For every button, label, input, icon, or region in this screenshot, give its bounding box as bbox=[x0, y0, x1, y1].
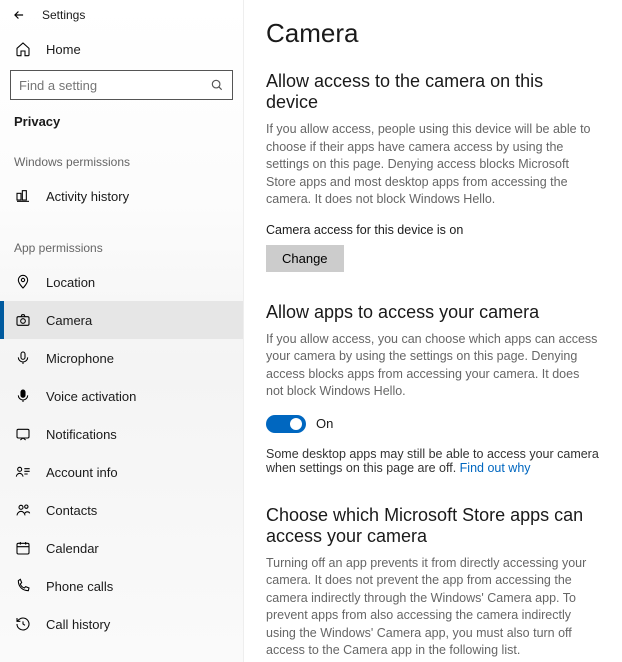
section2-desc: If you allow access, you can choose whic… bbox=[266, 331, 600, 401]
sidebar-item-label: Activity history bbox=[46, 189, 129, 204]
sidebar-item-account-info[interactable]: Account info bbox=[0, 453, 243, 491]
sidebar-item-notifications[interactable]: Notifications bbox=[0, 415, 243, 453]
home-link[interactable]: Home bbox=[0, 32, 243, 66]
contacts-icon bbox=[14, 501, 32, 519]
search-box[interactable] bbox=[10, 70, 233, 100]
search-wrap bbox=[0, 66, 243, 110]
section3-desc: Turning off an app prevents it from dire… bbox=[266, 555, 600, 660]
account-info-icon bbox=[14, 463, 32, 481]
sidebar-item-label: Phone calls bbox=[46, 579, 113, 594]
back-icon[interactable] bbox=[12, 8, 26, 22]
section1-heading: Allow access to the camera on this devic… bbox=[266, 71, 600, 113]
sidebar-item-label: Camera bbox=[46, 313, 92, 328]
sidebar-item-label: Account info bbox=[46, 465, 118, 480]
device-access-status: Camera access for this device is on bbox=[266, 223, 600, 237]
sidebar-item-label: Location bbox=[46, 275, 95, 290]
sidebar: Settings Home Privacy Windows permission… bbox=[0, 0, 244, 662]
apps-toggle[interactable] bbox=[266, 415, 306, 433]
calendar-icon bbox=[14, 539, 32, 557]
sidebar-item-contacts[interactable]: Contacts bbox=[0, 491, 243, 529]
change-button[interactable]: Change bbox=[266, 245, 344, 272]
sidebar-item-phone-calls[interactable]: Phone calls bbox=[0, 567, 243, 605]
location-icon bbox=[14, 273, 32, 291]
call-history-icon bbox=[14, 615, 32, 633]
camera-icon bbox=[14, 311, 32, 329]
sidebar-item-label: Contacts bbox=[46, 503, 97, 518]
home-icon bbox=[14, 40, 32, 58]
desktop-apps-note: Some desktop apps may still be able to a… bbox=[266, 447, 600, 475]
page-title: Camera bbox=[266, 18, 600, 49]
voice-activation-icon bbox=[14, 387, 32, 405]
sidebar-item-call-history[interactable]: Call history bbox=[0, 605, 243, 643]
sidebar-item-location[interactable]: Location bbox=[0, 263, 243, 301]
section3-heading: Choose which Microsoft Store apps can ac… bbox=[266, 505, 600, 547]
sidebar-item-label: Microphone bbox=[46, 351, 114, 366]
sidebar-item-calendar[interactable]: Calendar bbox=[0, 529, 243, 567]
apps-toggle-label: On bbox=[316, 416, 333, 431]
window-title: Settings bbox=[42, 8, 85, 22]
sidebar-item-label: Voice activation bbox=[46, 389, 136, 404]
activity-history-icon bbox=[14, 187, 32, 205]
phone-calls-icon bbox=[14, 577, 32, 595]
breadcrumb: Privacy bbox=[0, 110, 243, 147]
section2-heading: Allow apps to access your camera bbox=[266, 302, 600, 323]
section-windows-permissions: Windows permissions bbox=[0, 147, 243, 177]
notifications-icon bbox=[14, 425, 32, 443]
sidebar-item-activity-history[interactable]: Activity history bbox=[0, 177, 243, 215]
sidebar-item-voice-activation[interactable]: Voice activation bbox=[0, 377, 243, 415]
sidebar-item-label: Notifications bbox=[46, 427, 117, 442]
section-app-permissions: App permissions bbox=[0, 233, 243, 263]
search-input[interactable] bbox=[19, 78, 210, 93]
home-label: Home bbox=[46, 42, 81, 57]
section1-desc: If you allow access, people using this d… bbox=[266, 121, 600, 209]
main-content: Camera Allow access to the camera on thi… bbox=[244, 0, 622, 662]
sidebar-item-label: Calendar bbox=[46, 541, 99, 556]
titlebar: Settings bbox=[0, 8, 243, 32]
find-out-why-link[interactable]: Find out why bbox=[460, 461, 531, 475]
microphone-icon bbox=[14, 349, 32, 367]
search-icon bbox=[210, 78, 224, 92]
sidebar-item-label: Call history bbox=[46, 617, 110, 632]
sidebar-item-microphone[interactable]: Microphone bbox=[0, 339, 243, 377]
sidebar-item-camera[interactable]: Camera bbox=[0, 301, 243, 339]
